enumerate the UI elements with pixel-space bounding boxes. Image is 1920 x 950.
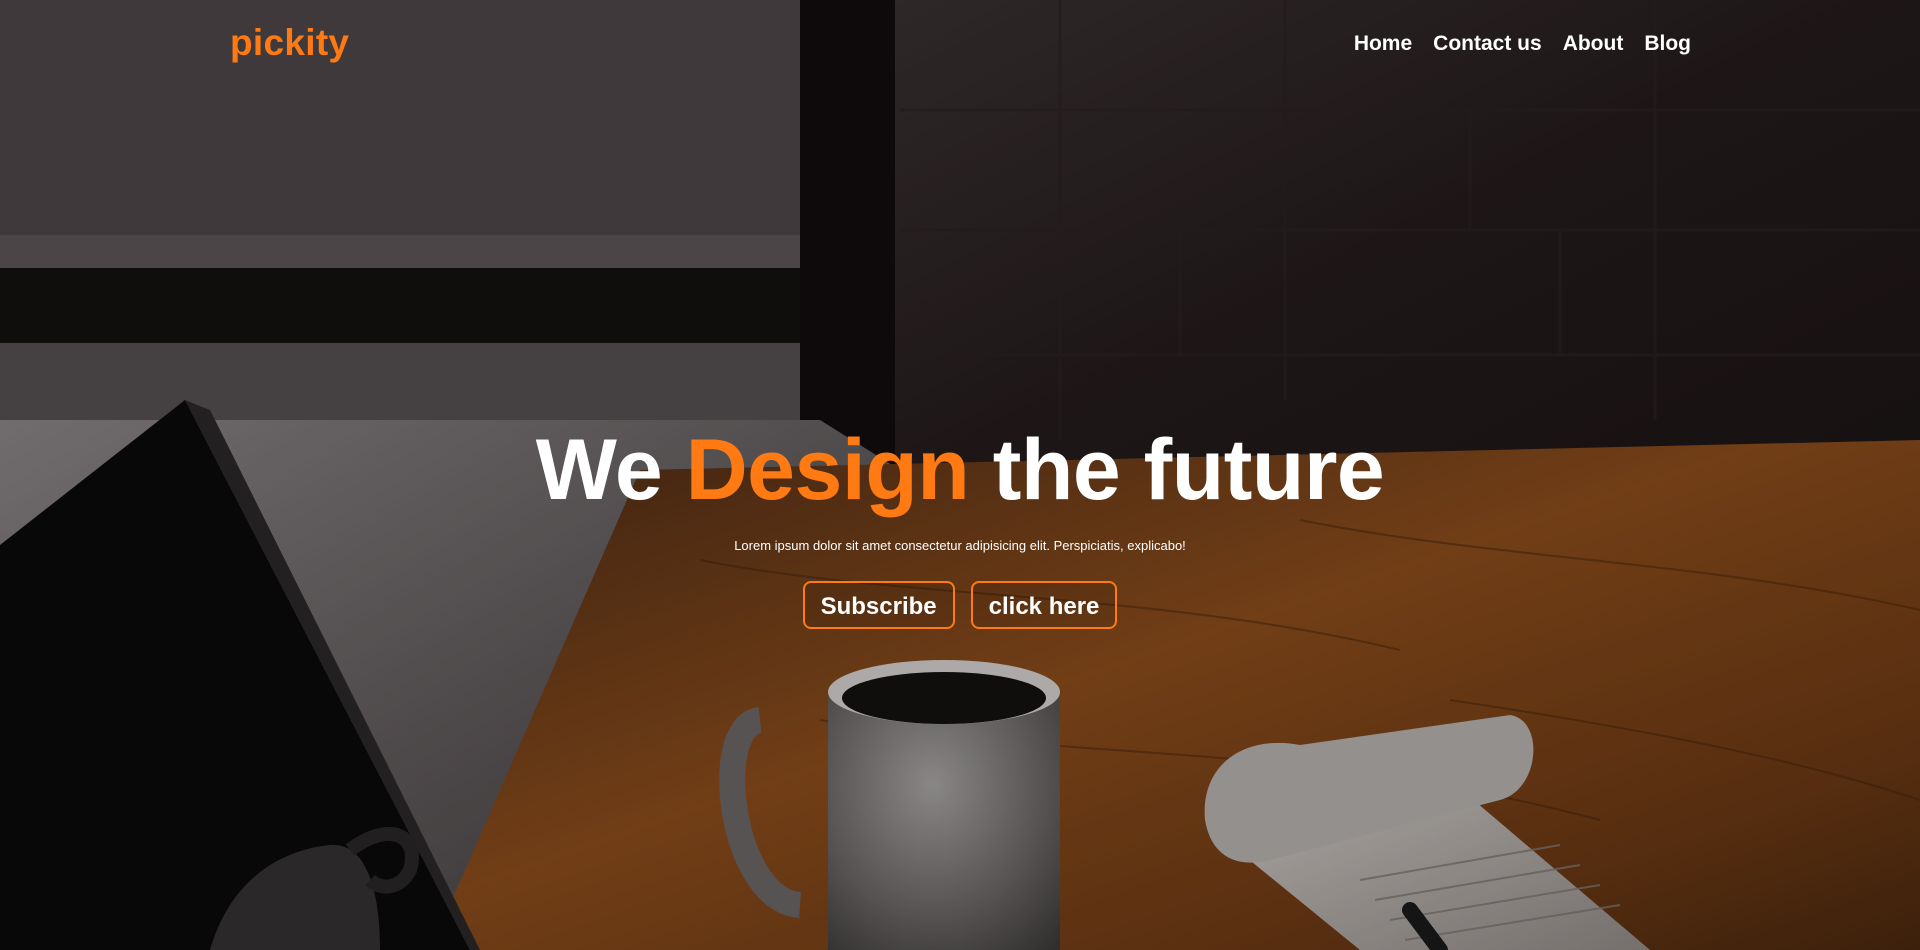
hero-button-row: Subscribe click here [0,581,1920,629]
hero-section: pickity Home Contact us About Blog We De… [0,0,1920,950]
subscribe-button[interactable]: Subscribe [802,581,955,629]
headline-accent: Design [685,422,970,518]
hero-content: We Design the future Lorem ipsum dolor s… [0,420,1920,629]
hero-subtitle: Lorem ipsum dolor sit amet consectetur a… [734,538,1186,553]
nav-links: Home Contact us About Blog [1354,32,1691,56]
headline-start: We [535,422,663,518]
nav-link-contact-us[interactable]: Contact us [1433,32,1542,55]
headline-end: the future [992,422,1385,518]
nav-link-blog[interactable]: Blog [1644,32,1691,55]
navbar: pickity Home Contact us About Blog [0,0,1920,92]
nav-link-home[interactable]: Home [1354,32,1412,55]
hero-headline: We Design the future [0,420,1920,520]
click-here-button[interactable]: click here [970,581,1118,629]
nav-item-home: Home [1354,32,1412,56]
logo[interactable]: pickity [230,22,349,64]
nav-link-about[interactable]: About [1563,32,1624,55]
nav-item-blog: Blog [1644,32,1691,56]
nav-item-contact: Contact us [1433,32,1542,56]
nav-item-about: About [1563,32,1624,56]
